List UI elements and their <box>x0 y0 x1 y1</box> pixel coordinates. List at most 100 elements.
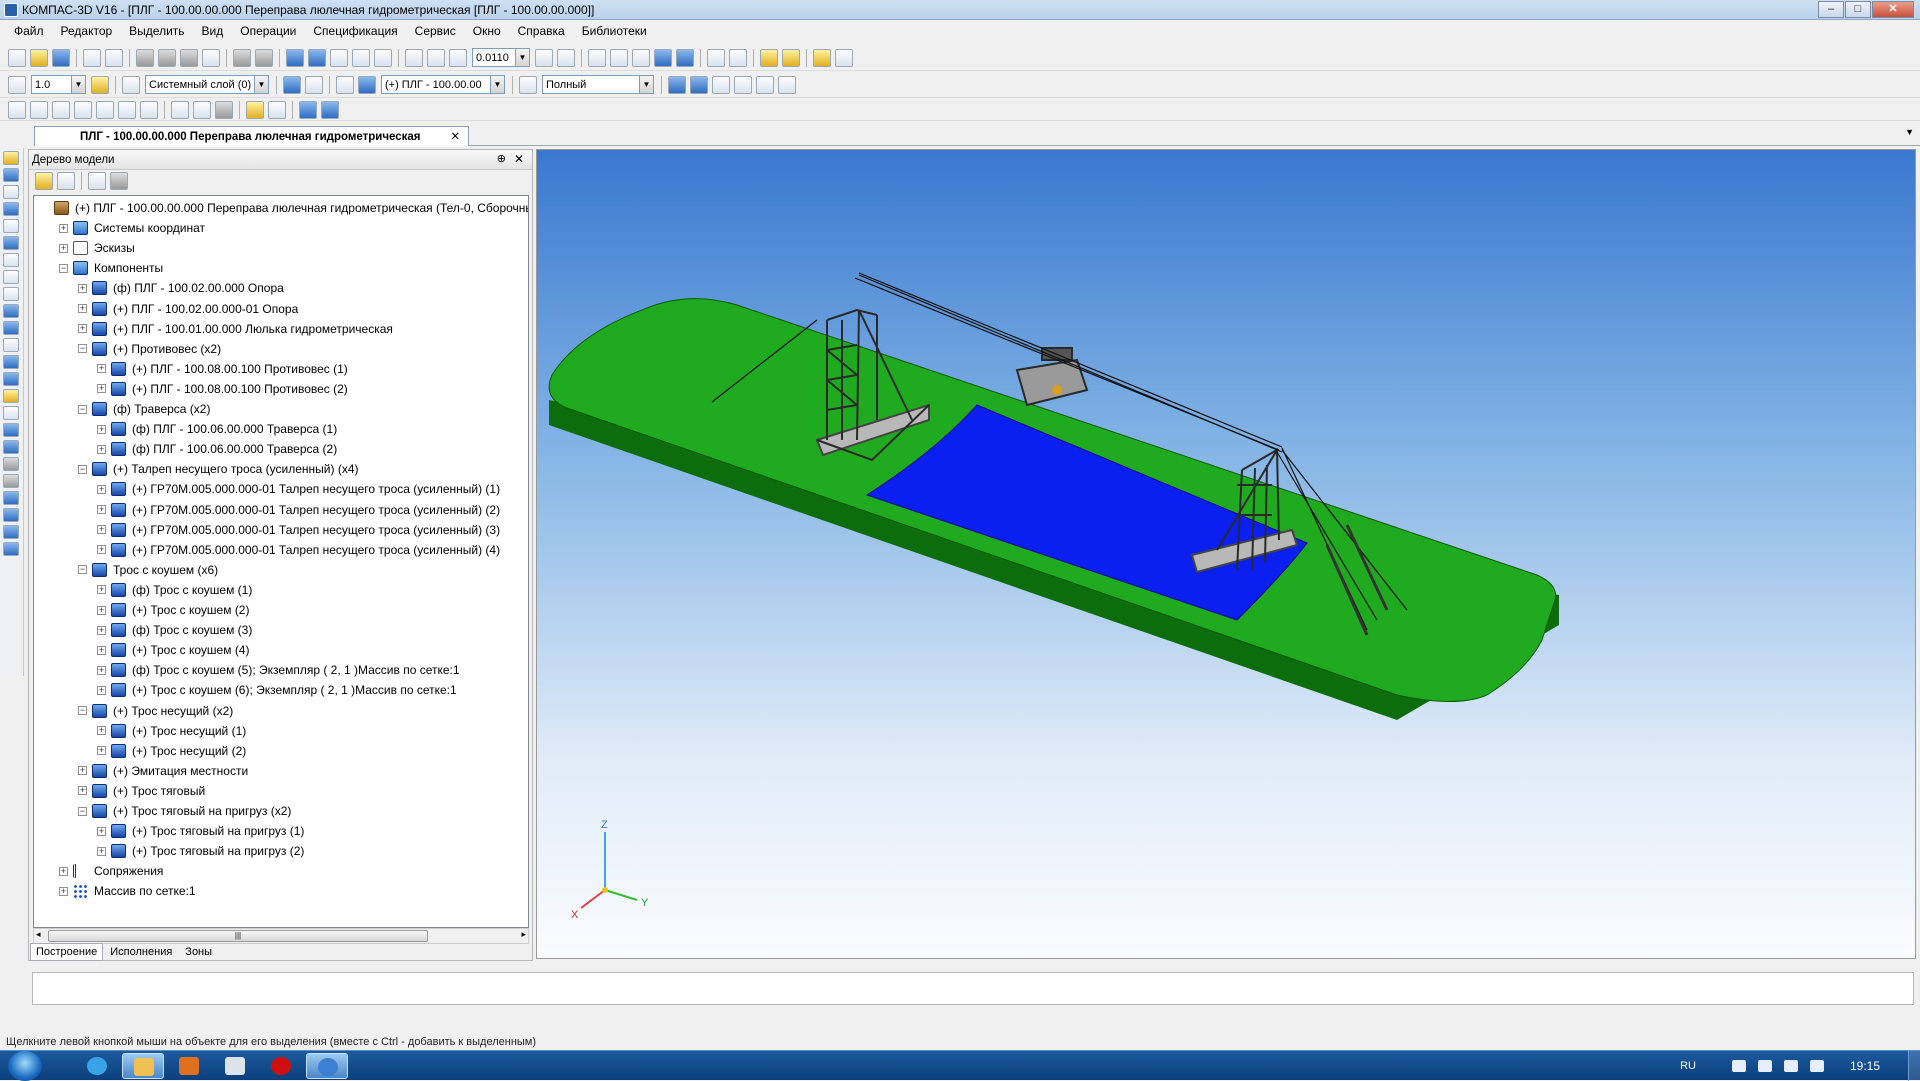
menu-item-3[interactable]: Вид <box>202 24 224 38</box>
wireframe-icon[interactable] <box>588 48 606 67</box>
document-tab-close-icon[interactable]: ✕ <box>450 129 460 143</box>
axis-icon[interactable] <box>246 100 264 119</box>
tree-node[interactable]: − (ф) Траверса (x2) <box>78 399 210 419</box>
collapse-icon[interactable]: − <box>78 806 87 816</box>
view-icon[interactable] <box>782 48 800 67</box>
tree-node[interactable]: − (+) Трос тяговый на пригруз (x2) <box>78 801 291 821</box>
tree-node[interactable]: − Трос с коушем (x6) <box>78 560 218 580</box>
tree-node[interactable]: + (+) ГР70М.005.000.000-01 Талреп несущег… <box>97 540 500 560</box>
expand-icon[interactable]: + <box>78 786 87 796</box>
zoom-icon[interactable] <box>449 48 467 67</box>
cut-icon[interactable] <box>136 48 154 67</box>
volume-icon[interactable] <box>1809 1060 1824 1072</box>
measure-icon[interactable] <box>352 48 370 67</box>
expand-icon[interactable]: + <box>78 766 87 776</box>
add-component-icon[interactable] <box>3 202 19 216</box>
maximize-button[interactable]: □ <box>1845 1 1871 18</box>
expand-icon[interactable]: + <box>97 444 106 454</box>
parametric-icon[interactable] <box>336 75 354 94</box>
tree-node[interactable]: + (+) Трос с коушем (6); Экземпляр ( 2, 1… <box>97 680 457 700</box>
tree-structure-icon[interactable] <box>35 172 53 190</box>
pin-icon[interactable]: ⊕ <box>497 152 506 165</box>
expand-icon[interactable]: + <box>97 665 106 675</box>
color-icon[interactable] <box>690 75 708 94</box>
menu-item-8[interactable]: Справка <box>518 24 565 38</box>
expand-icon[interactable]: + <box>59 223 68 233</box>
panel-tab-2[interactable]: Зоны <box>179 943 218 961</box>
step-combo[interactable]: 1.0 ▼ <box>31 75 86 94</box>
taskbar-media-icon[interactable] <box>168 1053 210 1079</box>
close-button[interactable]: ✕ <box>1872 1 1914 18</box>
grid-icon[interactable] <box>193 100 211 119</box>
extrude-icon[interactable] <box>3 168 19 182</box>
save-icon[interactable] <box>52 48 70 67</box>
print-preview-icon[interactable] <box>105 48 123 67</box>
tree-node[interactable]: + (+) ГР70М.005.000.000-01 Талреп несущег… <box>97 500 500 520</box>
layers-icon[interactable] <box>756 75 774 94</box>
tree-node[interactable]: − (+) Трос несущий (x2) <box>78 701 233 721</box>
network-icon[interactable] <box>1783 1060 1798 1072</box>
spline-icon[interactable] <box>3 185 19 199</box>
expand-icon[interactable]: + <box>97 585 106 595</box>
collapse-icon[interactable]: − <box>78 344 87 354</box>
tree-node[interactable]: + (+) ГР70М.005.000.000-01 Талреп несущег… <box>97 479 500 499</box>
expand-icon[interactable]: + <box>97 746 106 756</box>
tree-node[interactable]: + (+) ПЛГ - 100.01.00.000 Люлька гидромет… <box>78 319 393 339</box>
tree-node[interactable]: + (+) Трос тяговый <box>78 781 205 801</box>
action-center-icon[interactable] <box>1757 1060 1772 1072</box>
document-tab[interactable]: ПЛГ - 100.00.00.000 Переправа люлечная г… <box>34 126 469 146</box>
step-icon[interactable] <box>8 75 26 94</box>
variables-icon[interactable] <box>330 48 348 67</box>
expand-icon[interactable]: + <box>97 645 106 655</box>
expand-icon[interactable]: + <box>97 685 106 695</box>
fill-icon[interactable] <box>215 100 233 119</box>
local-cs-icon[interactable] <box>283 75 301 94</box>
expand-icon[interactable]: + <box>97 484 106 494</box>
mate-icon[interactable] <box>3 236 19 250</box>
orient-cs-icon[interactable] <box>305 75 323 94</box>
hide-icon[interactable] <box>712 75 730 94</box>
tree-node[interactable]: + (+) ПЛГ - 100.08.00.100 Противовес (1) <box>97 359 348 379</box>
tree-node[interactable]: + (ф) Трос с коушем (3) <box>97 620 252 640</box>
tree-node[interactable]: − (+) Противовес (x2) <box>78 339 221 359</box>
drawing-icon[interactable] <box>3 542 19 556</box>
filter-tool-icon[interactable] <box>3 287 19 301</box>
bend-icon[interactable] <box>3 440 19 454</box>
tree-node[interactable]: − (+) Талреп несущего троса (усиленный) (… <box>78 459 358 479</box>
dim-line-icon[interactable] <box>8 100 26 119</box>
pipe-icon[interactable] <box>3 474 19 488</box>
zoom-all-icon[interactable] <box>427 48 445 67</box>
expand-icon[interactable]: + <box>97 605 106 615</box>
circle-icon[interactable] <box>96 100 114 119</box>
state-icon[interactable] <box>358 75 376 94</box>
rotate-icon[interactable] <box>535 48 553 67</box>
fastener-icon[interactable] <box>3 491 19 505</box>
shaded-icon[interactable] <box>654 48 672 67</box>
menu-item-7[interactable]: Окно <box>473 24 501 38</box>
copy-icon[interactable] <box>158 48 176 67</box>
taskbar-kompas-icon[interactable] <box>306 1053 348 1079</box>
print-icon[interactable] <box>83 48 101 67</box>
tree-node[interactable]: (+) ПЛГ - 100.00.00.000 Переправа люлечн… <box>40 198 528 218</box>
taskbar-opera-icon[interactable] <box>260 1053 302 1079</box>
tree-node[interactable]: + (+) Эмитация местности <box>78 761 248 781</box>
tree-node[interactable]: + Сопряжения <box>59 861 163 881</box>
refresh-icon[interactable] <box>813 48 831 67</box>
tray-expand-icon[interactable] <box>1731 1060 1746 1072</box>
panel-tab-0[interactable]: Построение <box>30 943 104 961</box>
line-tool-icon[interactable] <box>3 406 19 420</box>
expand-icon[interactable]: + <box>97 826 106 836</box>
display-mode-icon[interactable] <box>519 75 537 94</box>
tree-node[interactable]: + (+) ГР70М.005.000.000-01 Талреп несущег… <box>97 520 500 540</box>
clock[interactable]: 19:15 <box>1850 1059 1880 1073</box>
panel-tab-1[interactable]: Исполнения <box>104 943 178 961</box>
menu-item-6[interactable]: Сервис <box>415 24 456 38</box>
snap-icon[interactable] <box>91 75 109 94</box>
tree-display-icon[interactable] <box>57 172 75 190</box>
hatch-icon[interactable] <box>140 100 158 119</box>
dim-angle-icon[interactable] <box>30 100 48 119</box>
scrollbar-thumb[interactable]: ||| <box>48 930 428 942</box>
rect-icon[interactable] <box>118 100 136 119</box>
spec-icon[interactable] <box>299 100 317 119</box>
taskbar-ie-icon[interactable] <box>76 1053 118 1079</box>
